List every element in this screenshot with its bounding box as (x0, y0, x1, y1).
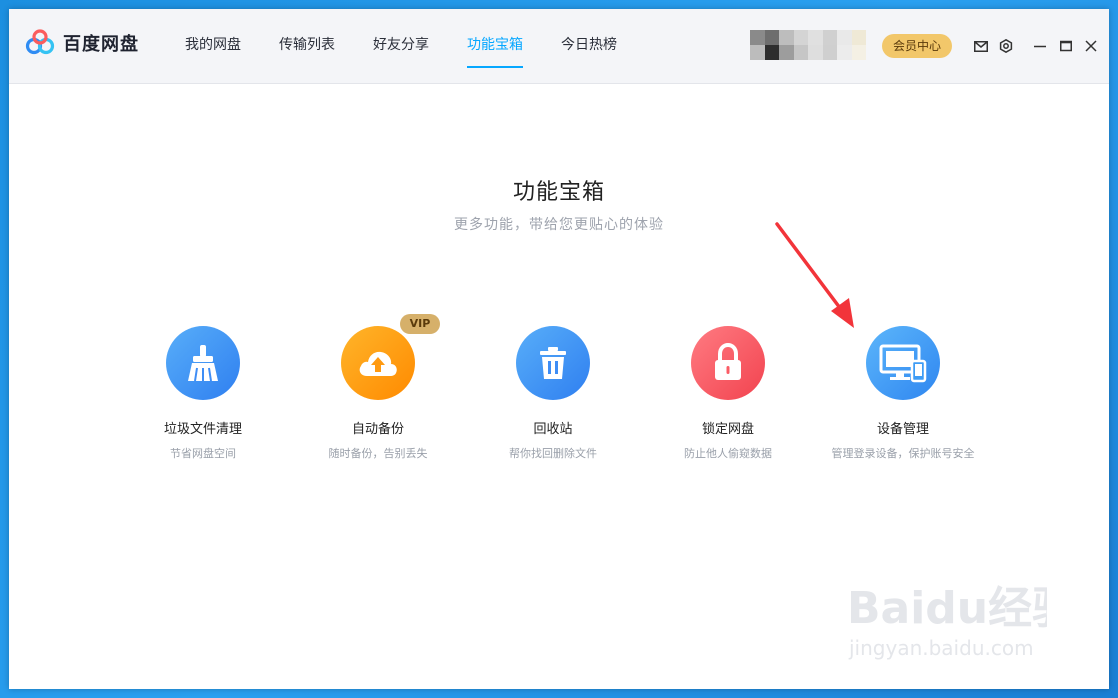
feature-label: 自动备份 (351, 422, 404, 437)
feature-label: 锁定网盘 (701, 422, 754, 437)
feature-recycle-bin[interactable]: 回收站 帮你找回删除文件 (463, 326, 643, 461)
lock-icon (715, 342, 741, 380)
vip-center-button[interactable]: 会员中心 (882, 34, 952, 58)
feature-device-management[interactable]: 设备管理 管理登录设备，保护账号安全 (813, 326, 993, 461)
broom-icon (188, 345, 218, 382)
page-subtitle: 更多功能，带给您更贴心的体验 (454, 217, 664, 233)
feature-icon-circle (691, 326, 765, 400)
vip-badge: VIP (400, 314, 440, 334)
page-title: 功能宝箱 (512, 180, 605, 205)
user-avatar-blurred[interactable] (750, 30, 866, 60)
app-logo[interactable]: 百度网盘 (25, 29, 139, 57)
tab-transfer-list[interactable]: 传输列表 (279, 9, 335, 84)
tab-toolbox[interactable]: 功能宝箱 (467, 9, 523, 84)
tab-my-netdisk[interactable]: 我的网盘 (185, 9, 241, 84)
tab-daily-hot[interactable]: 今日热榜 (561, 9, 617, 84)
feature-desc: 节省网盘空间 (170, 447, 236, 460)
feature-label: 回收站 (533, 422, 573, 437)
baidu-jingyan-watermark: Baidu经验 jingyan.baidu.com (847, 583, 1047, 660)
feature-desc: 管理登录设备，保护账号安全 (831, 447, 975, 460)
feature-auto-backup[interactable]: VIP 自动备份 随时备份，告别丢失 (288, 314, 468, 461)
app-name: 百度网盘 (63, 34, 139, 55)
devices-icon (879, 344, 927, 383)
top-nav: 我的网盘 传输列表 好友分享 功能宝箱 今日热榜 (185, 9, 655, 84)
feature-icon-circle: VIP (341, 314, 440, 400)
feature-desc: 防止他人偷窥数据 (684, 447, 772, 460)
app-window: 百度网盘 我的网盘 传输列表 好友分享 功能宝箱 今日热榜 会员中心 功能宝箱 … (9, 9, 1109, 689)
feature-icon-circle (166, 326, 240, 400)
trash-icon (540, 347, 566, 379)
feature-desc: 随时备份，告别丢失 (328, 447, 428, 460)
feature-icon-circle (866, 326, 940, 400)
minimize-icon[interactable] (1030, 36, 1050, 56)
watermark-url: jingyan.baidu.com (848, 636, 1034, 660)
feature-icon-circle (516, 326, 590, 400)
baidu-netdisk-logo-icon (25, 29, 55, 55)
toolbox-panel: 功能宝箱 更多功能，带给您更贴心的体验 垃圾文件清理 节省网盘空间 VIP 自动… (9, 84, 1109, 689)
settings-icon[interactable] (996, 36, 1016, 56)
maximize-icon[interactable] (1056, 36, 1076, 56)
feature-lock-netdisk[interactable]: 锁定网盘 防止他人偷窥数据 (638, 326, 818, 461)
close-icon[interactable] (1081, 36, 1101, 56)
feature-desc: 帮你找回删除文件 (509, 447, 597, 460)
cloud-upload-icon (359, 351, 397, 376)
tab-friend-share[interactable]: 好友分享 (373, 9, 429, 84)
feature-label: 垃圾文件清理 (163, 422, 242, 437)
feature-label: 设备管理 (876, 422, 929, 437)
title-bar: 百度网盘 我的网盘 传输列表 好友分享 功能宝箱 今日热榜 会员中心 (9, 9, 1109, 84)
watermark-brand: Baidu经验 (847, 583, 1047, 634)
feature-garbage-cleanup[interactable]: 垃圾文件清理 节省网盘空间 (113, 326, 293, 461)
mail-icon[interactable] (971, 36, 991, 56)
